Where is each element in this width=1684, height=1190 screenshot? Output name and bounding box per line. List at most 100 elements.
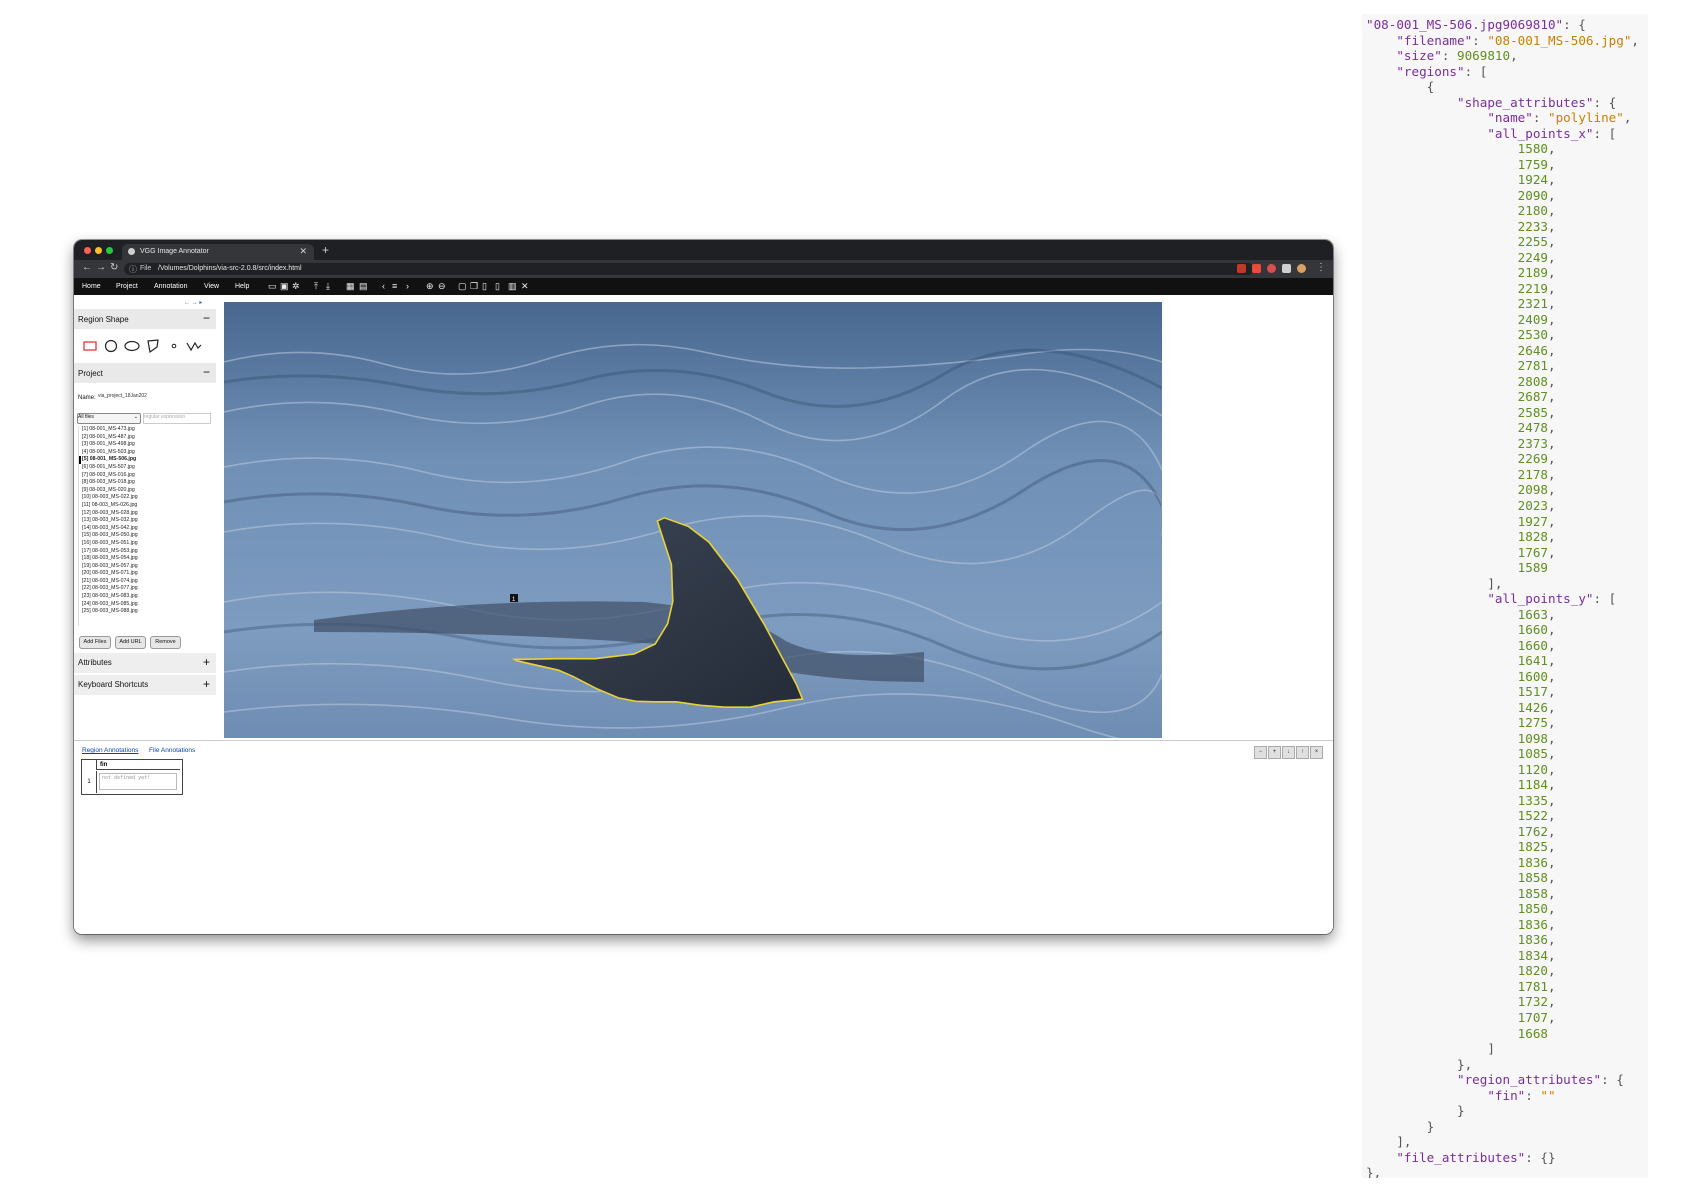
file-list-item[interactable]: [24] 08-003_MS-085.jpg (79, 601, 214, 609)
close-icon[interactable]: ✕ (521, 281, 529, 291)
file-list-item[interactable]: [18] 08-003_MS-054.jpg (79, 555, 214, 563)
close-window-icon[interactable] (84, 247, 91, 254)
editor-expand-icon[interactable]: + (1268, 746, 1281, 759)
tab-file-annotations[interactable]: File Annotations (149, 747, 195, 754)
upload-icon[interactable]: ⤒ (314, 281, 318, 291)
file-list-item[interactable]: [9] 08-003_MS-020.jpg (79, 487, 214, 495)
expand-icon[interactable]: + (203, 655, 210, 669)
zoom-in-icon[interactable]: ⊕ (426, 281, 434, 291)
select-all-icon[interactable]: ▢ (458, 281, 467, 291)
file-list-item[interactable]: [16] 08-003_MS-051.jpg (79, 540, 214, 548)
paste-n-icon[interactable]: ▯ (495, 281, 500, 291)
menu-annotation[interactable]: Annotation (154, 283, 187, 290)
editor-move-down-icon[interactable]: ↓ (1282, 746, 1295, 759)
grid-icon[interactable]: ▦ (346, 281, 355, 291)
settings-icon[interactable]: ✲ (292, 281, 300, 291)
back-icon[interactable]: ← (82, 263, 92, 273)
menu-project[interactable]: Project (116, 283, 138, 290)
list-icon[interactable]: ≡ (392, 281, 397, 291)
browser-menu-icon[interactable]: ⋮ (1316, 263, 1326, 273)
file-list-item[interactable]: [11] 08-003_MS-026.jpg (79, 502, 214, 510)
extensions-puzzle-icon[interactable] (1282, 264, 1291, 273)
remove-file-button[interactable]: Remove (150, 636, 181, 649)
prev-icon[interactable]: ‹ (382, 281, 385, 291)
next-icon[interactable]: › (406, 281, 409, 291)
editor-move-up-icon[interactable]: ↑ (1296, 746, 1309, 759)
menu-home[interactable]: Home (82, 283, 101, 290)
file-list[interactable]: [1] 08-001_MS-473.jpg [2] 08-001_MS-487.j… (78, 426, 214, 626)
comment-icon[interactable]: ▤ (359, 281, 368, 291)
collapse-icon[interactable]: − (203, 311, 210, 325)
point-shape-icon[interactable] (166, 338, 182, 354)
file-list-item[interactable]: [7] 08-003_MS-016.jpg (79, 472, 214, 480)
file-filter-regex-input[interactable]: regular expression (143, 413, 211, 424)
extension-pin-icon[interactable] (1267, 264, 1276, 273)
image-canvas[interactable]: 1 (224, 302, 1162, 738)
file-list-item[interactable]: [1] 08-001_MS-473.jpg (79, 426, 214, 434)
url-scheme-label: File (140, 265, 152, 272)
save-icon[interactable]: ▣ (280, 281, 289, 291)
file-list-item[interactable]: [10] 08-003_MS-022.jpg (79, 494, 214, 502)
menu-help[interactable]: Help (235, 283, 249, 290)
circle-shape-icon[interactable] (103, 338, 119, 354)
annotation-editor: Region Annotations File Annotations fin … (74, 740, 1333, 934)
add-files-button[interactable]: Add Files (79, 636, 111, 649)
file-list-item[interactable]: [3] 08-001_MS-498.jpg (79, 441, 214, 449)
tab-bar: VGG Image Annotator ✕ + (74, 240, 1333, 260)
rectangle-shape-icon[interactable] (82, 338, 98, 354)
file-list-item[interactable]: [13] 08-003_MS-032.jpg (79, 517, 214, 525)
copy-icon[interactable]: ❐ (470, 281, 478, 291)
file-list-item[interactable]: [5] 08-001_MS-506.jpg (79, 456, 214, 464)
fin-value-input[interactable]: not defined yet! (99, 773, 177, 790)
file-list-item[interactable]: [19] 08-003_MS-057.jpg (79, 563, 214, 571)
ellipse-shape-icon[interactable] (124, 338, 140, 354)
keyboard-shortcuts-header[interactable]: Keyboard Shortcuts + (74, 675, 216, 695)
polyline-shape-icon[interactable] (186, 338, 202, 354)
collapse-icon[interactable]: − (203, 365, 210, 379)
forward-icon[interactable]: → (96, 263, 106, 273)
file-list-item[interactable]: [6] 08-001_MS-507.jpg (79, 464, 214, 472)
file-list-item[interactable]: [17] 08-003_MS-053.jpg (79, 548, 214, 556)
project-name-field[interactable]: via_project_18Jan202 (98, 393, 158, 402)
open-icon[interactable]: ▭ (268, 281, 277, 291)
region-shape-header[interactable]: Region Shape − (74, 309, 216, 329)
extension-icon[interactable] (1237, 264, 1246, 273)
paste-icon[interactable]: ▯ (482, 281, 487, 291)
close-tab-icon[interactable]: ✕ (299, 246, 307, 257)
file-list-item[interactable]: [2] 08-001_MS-487.jpg (79, 434, 214, 442)
file-list-item[interactable]: [14] 08-003_MS-042.jpg (79, 525, 214, 533)
reload-icon[interactable]: ↻ (110, 263, 118, 273)
new-tab-icon[interactable]: + (322, 243, 329, 257)
chevron-down-icon: ⌄ (133, 414, 138, 420)
file-filter-select[interactable]: All files ⌄ (77, 413, 141, 424)
url-field[interactable]: ⓘ File /Volumes/Dolphins/via-src-2.0.8/s… (124, 263, 1254, 275)
minimize-window-icon[interactable] (95, 247, 102, 254)
zoom-out-icon[interactable]: ⊖ (438, 281, 446, 291)
file-list-item[interactable]: [23] 08-003_MS-083.jpg (79, 593, 214, 601)
file-list-item[interactable]: [8] 08-003_MS-018.jpg (79, 479, 214, 487)
file-list-item[interactable]: [21] 08-003_MS-074.jpg (79, 578, 214, 586)
file-list-item[interactable]: [15] 08-003_MS-050.jpg (79, 532, 214, 540)
download-icon[interactable]: ⤓ (326, 281, 330, 291)
left-sidebar: ← → ▸ Region Shape − Project − Name: via… (74, 295, 216, 740)
maximize-window-icon[interactable] (106, 247, 113, 254)
editor-close-icon[interactable]: × (1310, 746, 1323, 759)
file-list-item[interactable]: [20] 08-003_MS-071.jpg (79, 570, 214, 578)
profile-avatar[interactable] (1297, 264, 1306, 273)
file-list-item[interactable]: [4] 08-001_MS-503.jpg (79, 449, 214, 457)
add-url-button[interactable]: Add URL (115, 636, 146, 649)
editor-minimize-icon[interactable]: − (1254, 746, 1267, 759)
delete-icon[interactable]: ▥ (508, 281, 517, 291)
file-list-item[interactable]: [25] 08-003_MS-088.jpg (79, 608, 214, 616)
panel-nav-arrows-icon[interactable]: ← → ▸ (184, 299, 202, 306)
extension-pdf-icon[interactable] (1252, 264, 1261, 273)
project-header[interactable]: Project − (74, 363, 216, 383)
tab-region-annotations[interactable]: Region Annotations (82, 747, 138, 754)
polygon-shape-icon[interactable] (145, 338, 161, 354)
expand-icon[interactable]: + (203, 677, 210, 691)
file-list-item[interactable]: [22] 08-003_MS-077.jpg (79, 585, 214, 593)
menu-view[interactable]: View (204, 283, 219, 290)
attributes-header[interactable]: Attributes + (74, 653, 216, 673)
browser-tab[interactable]: VGG Image Annotator ✕ (122, 244, 314, 260)
file-list-item[interactable]: [12] 08-003_MS-028.jpg (79, 510, 214, 518)
